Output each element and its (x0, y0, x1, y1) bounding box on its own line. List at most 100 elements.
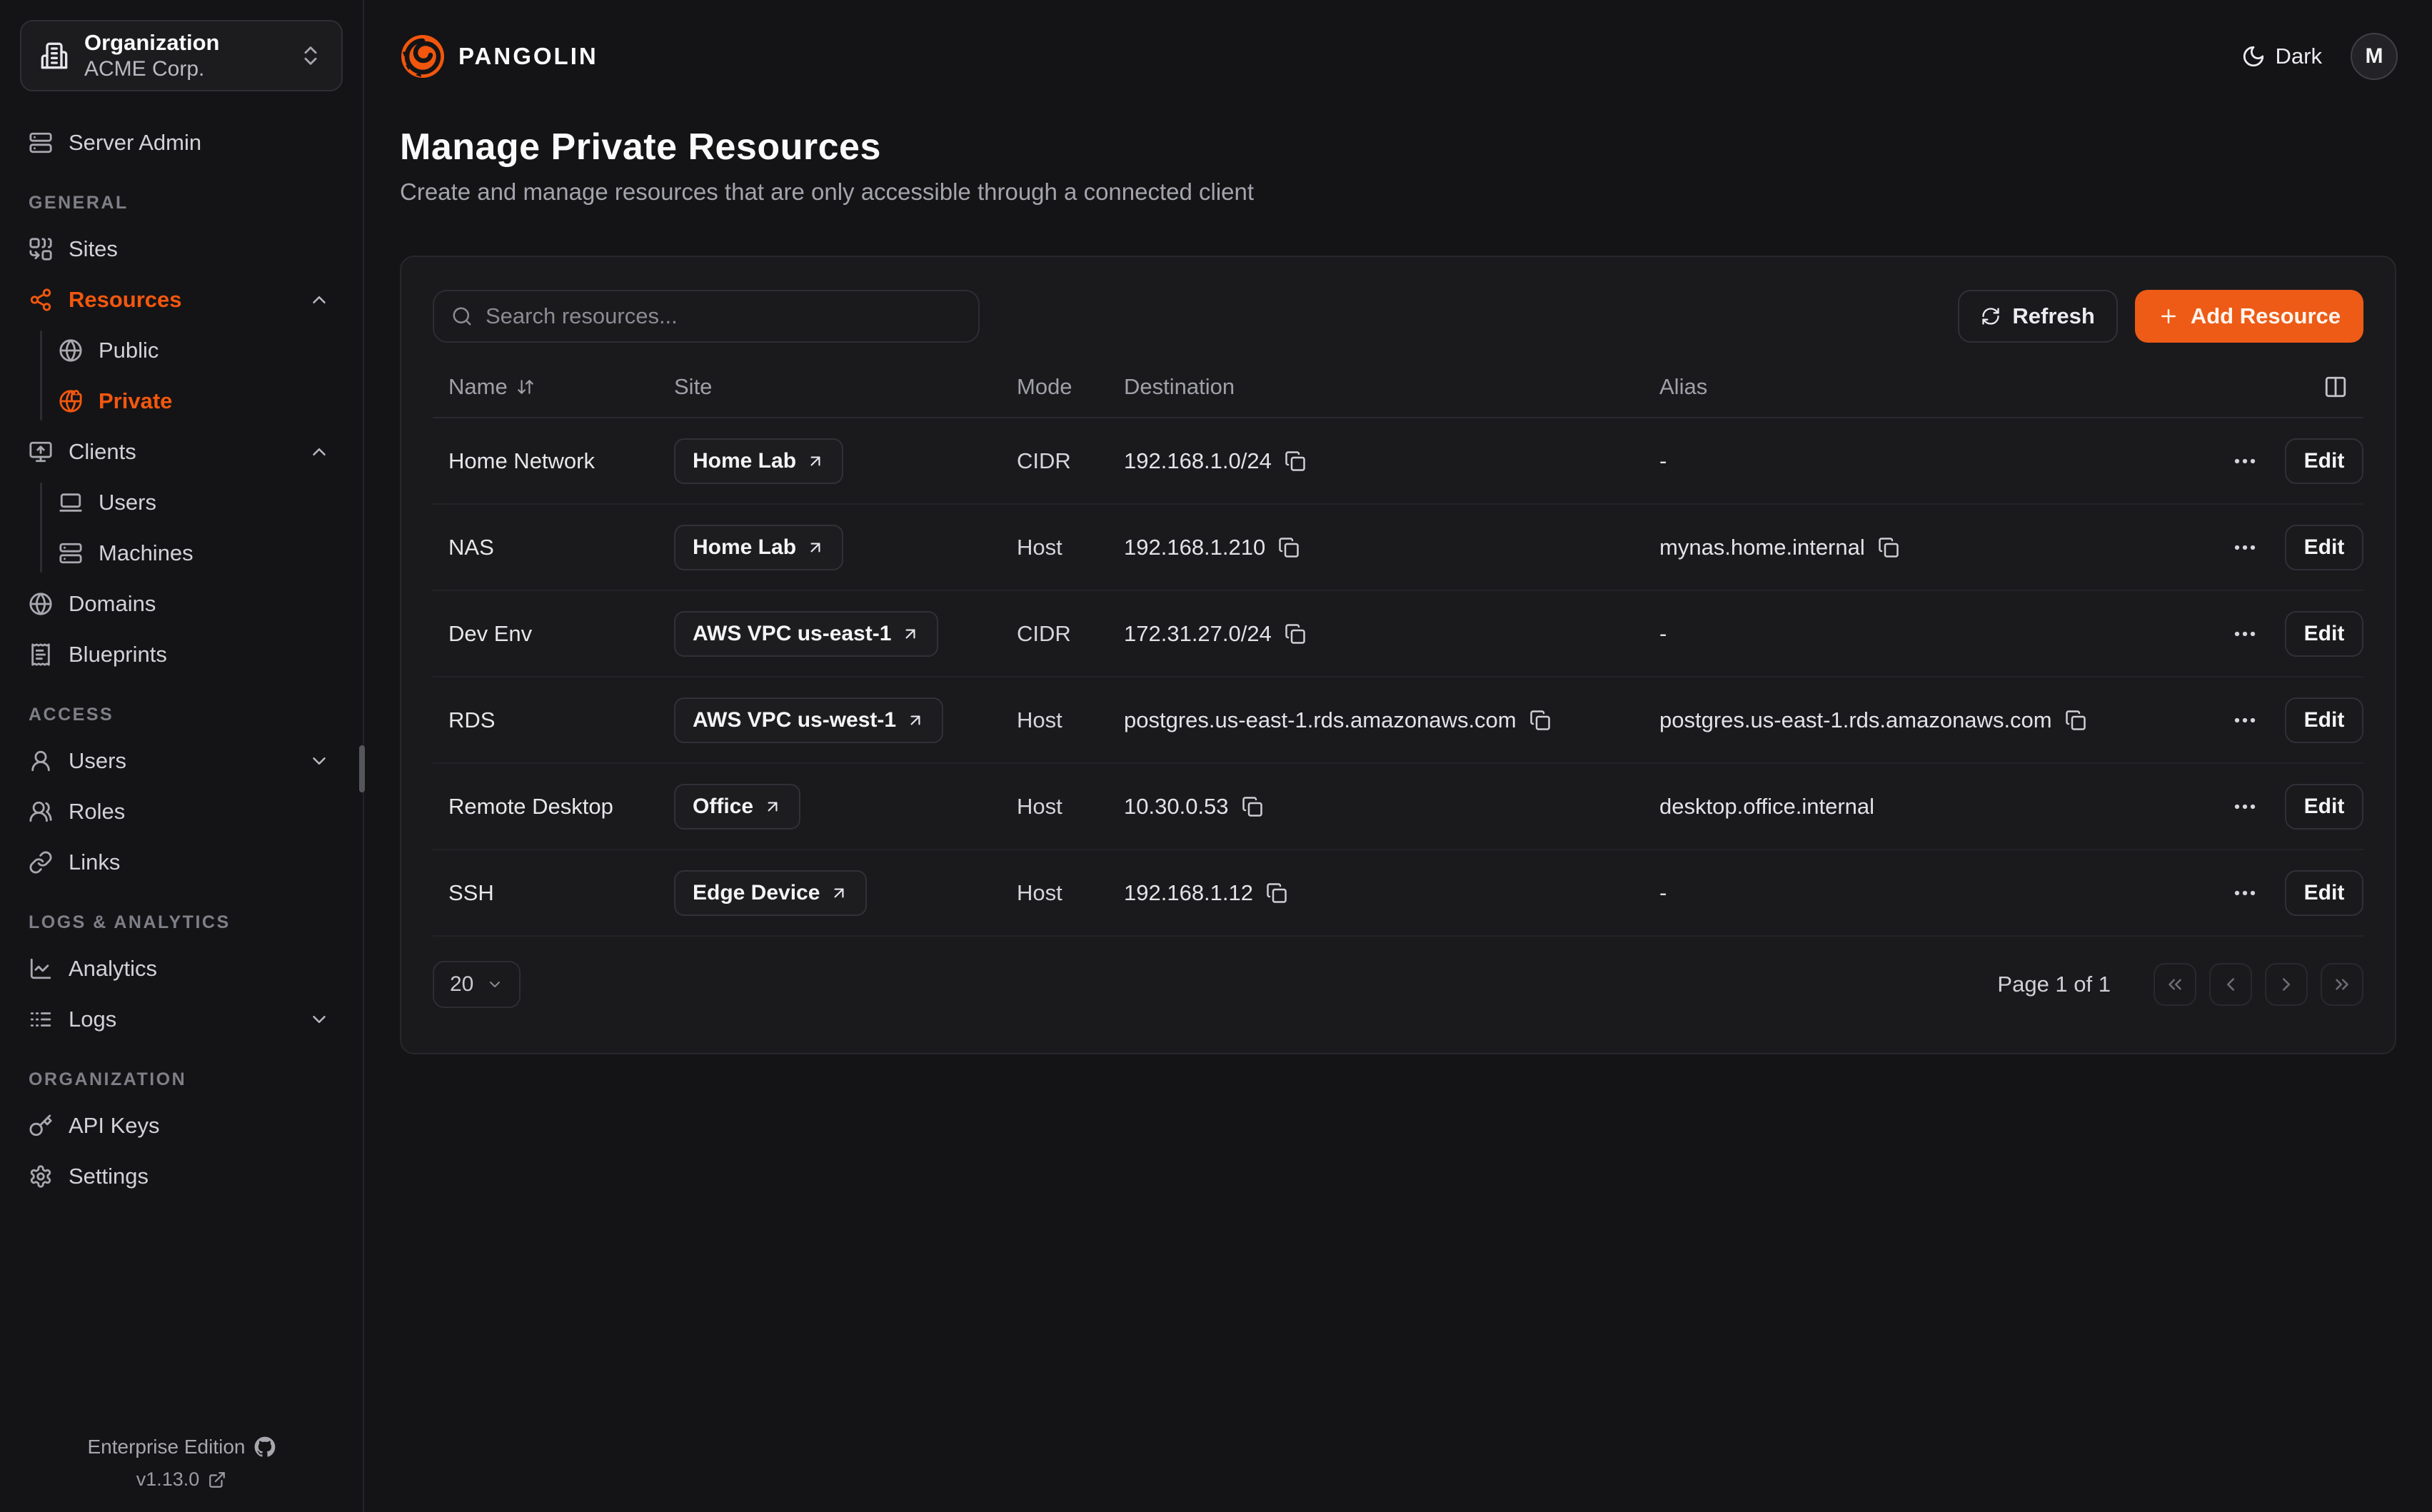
site-link[interactable]: Home Lab (674, 525, 843, 570)
copy-icon[interactable] (1529, 710, 1551, 731)
copy-icon[interactable] (1278, 537, 1300, 558)
table-header: Name Site Mode Destination Alias (433, 357, 2363, 418)
site-label: AWS VPC us-west-1 (693, 708, 896, 732)
sidebar-section-label: GENERAL (20, 182, 343, 223)
columns-toggle-button[interactable] (2323, 375, 2348, 399)
cell-mode: Host (1004, 535, 1111, 560)
sidebar-item-api-keys[interactable]: API Keys (20, 1100, 343, 1151)
sidebar-item-public[interactable]: Public (20, 325, 343, 376)
chevron-right-icon (2276, 974, 2297, 995)
cell-alias: postgres.us-east-1.rds.amazonaws.com (1647, 707, 2146, 733)
server-icon (59, 541, 83, 565)
arrow-up-right-icon (830, 884, 848, 902)
cell-destination: postgres.us-east-1.rds.amazonaws.com (1111, 707, 1647, 733)
card-toolbar: Refresh Add Resource (433, 290, 2363, 343)
external-link-icon[interactable] (208, 1471, 226, 1489)
page-subtitle: Create and manage resources that are onl… (400, 178, 2398, 206)
site-link[interactable]: Home Lab (674, 438, 843, 484)
cell-name: Remote Desktop (433, 794, 661, 820)
edit-button[interactable]: Edit (2285, 784, 2363, 830)
cell-actions: Edit (2146, 784, 2363, 830)
sidebar-item-users[interactable]: Users (20, 735, 343, 786)
column-header-site: Site (661, 374, 1004, 400)
sidebar-item-users[interactable]: Users (20, 477, 343, 528)
last-page-button[interactable] (2321, 963, 2363, 1006)
sidebar-item-label: API Keys (69, 1113, 160, 1139)
sidebar-item-label: Analytics (69, 956, 157, 982)
prev-page-button[interactable] (2209, 963, 2252, 1006)
globe-icon (59, 338, 83, 363)
globe-lock-icon (59, 389, 83, 413)
search-input[interactable] (486, 303, 961, 329)
refresh-button[interactable]: Refresh (1958, 290, 2117, 343)
edit-button[interactable]: Edit (2285, 697, 2363, 743)
edit-button[interactable]: Edit (2285, 438, 2363, 484)
edit-button[interactable]: Edit (2285, 525, 2363, 570)
row-menu-button[interactable] (2229, 877, 2261, 909)
combine-icon (29, 237, 53, 261)
copy-icon[interactable] (1285, 450, 1306, 472)
copy-icon[interactable] (1285, 623, 1306, 645)
sidebar-item-blueprints[interactable]: Blueprints (20, 629, 343, 680)
sidebar-item-settings[interactable]: Settings (20, 1151, 343, 1201)
github-icon[interactable] (254, 1436, 276, 1458)
edit-button[interactable]: Edit (2285, 870, 2363, 916)
sidebar-scrollbar-thumb[interactable] (359, 745, 365, 792)
arrow-up-right-icon (906, 711, 925, 730)
cell-site: Home Lab (661, 438, 1004, 484)
sidebar-item-links[interactable]: Links (20, 837, 343, 887)
cell-site: Home Lab (661, 525, 1004, 570)
sidebar-subgroup: UsersMachines (20, 477, 343, 578)
table-row: RDSAWS VPC us-west-1Hostpostgres.us-east… (433, 677, 2363, 764)
sidebar-item-resources[interactable]: Resources (20, 274, 343, 325)
sidebar-item-label: Logs (69, 1007, 116, 1032)
cell-mode: Host (1004, 880, 1111, 906)
site-link[interactable]: Edge Device (674, 870, 867, 916)
page-size-select[interactable]: 20 (433, 961, 521, 1008)
cell-name: Dev Env (433, 621, 661, 647)
copy-icon[interactable] (1878, 537, 1899, 558)
sidebar-item-server-admin[interactable]: Server Admin (20, 117, 343, 168)
org-selector[interactable]: Organization ACME Corp. (20, 20, 343, 91)
sidebar-item-logs[interactable]: Logs (20, 994, 343, 1044)
sidebar-item-private[interactable]: Private (20, 376, 343, 426)
sidebar-item-roles[interactable]: Roles (20, 786, 343, 837)
add-resource-button[interactable]: Add Resource (2135, 290, 2363, 343)
sidebar-footer: Enterprise Edition v1.13.0 (0, 1436, 363, 1491)
logs-icon (29, 1007, 53, 1032)
row-menu-button[interactable] (2229, 705, 2261, 736)
sidebar-item-analytics[interactable]: Analytics (20, 943, 343, 994)
row-menu-button[interactable] (2229, 532, 2261, 563)
edit-button[interactable]: Edit (2285, 611, 2363, 657)
sort-icon[interactable] (516, 378, 535, 396)
pangolin-logo-icon (400, 34, 446, 79)
copy-icon[interactable] (1242, 796, 1263, 817)
copy-icon[interactable] (1266, 882, 1287, 904)
cell-actions: Edit (2146, 525, 2363, 570)
cell-destination: 192.168.1.12 (1111, 880, 1647, 906)
refresh-label: Refresh (2012, 303, 2094, 329)
theme-toggle[interactable]: Dark (2241, 44, 2322, 69)
cell-name: Home Network (433, 448, 661, 474)
next-page-button[interactable] (2265, 963, 2308, 1006)
site-link[interactable]: AWS VPC us-west-1 (674, 697, 943, 743)
version-label[interactable]: v1.13.0 (136, 1468, 200, 1491)
avatar[interactable]: M (2351, 33, 2398, 80)
row-menu-button[interactable] (2229, 618, 2261, 650)
site-link[interactable]: Office (674, 784, 800, 830)
column-header-name: Name (433, 374, 661, 400)
row-menu-button[interactable] (2229, 791, 2261, 822)
sidebar-item-clients[interactable]: Clients (20, 426, 343, 477)
sidebar-item-domains[interactable]: Domains (20, 578, 343, 629)
sidebar-item-sites[interactable]: Sites (20, 223, 343, 274)
row-menu-button[interactable] (2229, 445, 2261, 477)
chart-line-icon (29, 957, 53, 981)
chevrons-up-down-icon (298, 44, 323, 68)
org-selector-value: ACME Corp. (84, 57, 283, 81)
sidebar-item-machines[interactable]: Machines (20, 528, 343, 578)
server-icon (29, 131, 53, 155)
first-page-button[interactable] (2154, 963, 2196, 1006)
sidebar-item-label: Settings (69, 1164, 149, 1189)
copy-icon[interactable] (2065, 710, 2086, 731)
site-link[interactable]: AWS VPC us-east-1 (674, 611, 938, 657)
